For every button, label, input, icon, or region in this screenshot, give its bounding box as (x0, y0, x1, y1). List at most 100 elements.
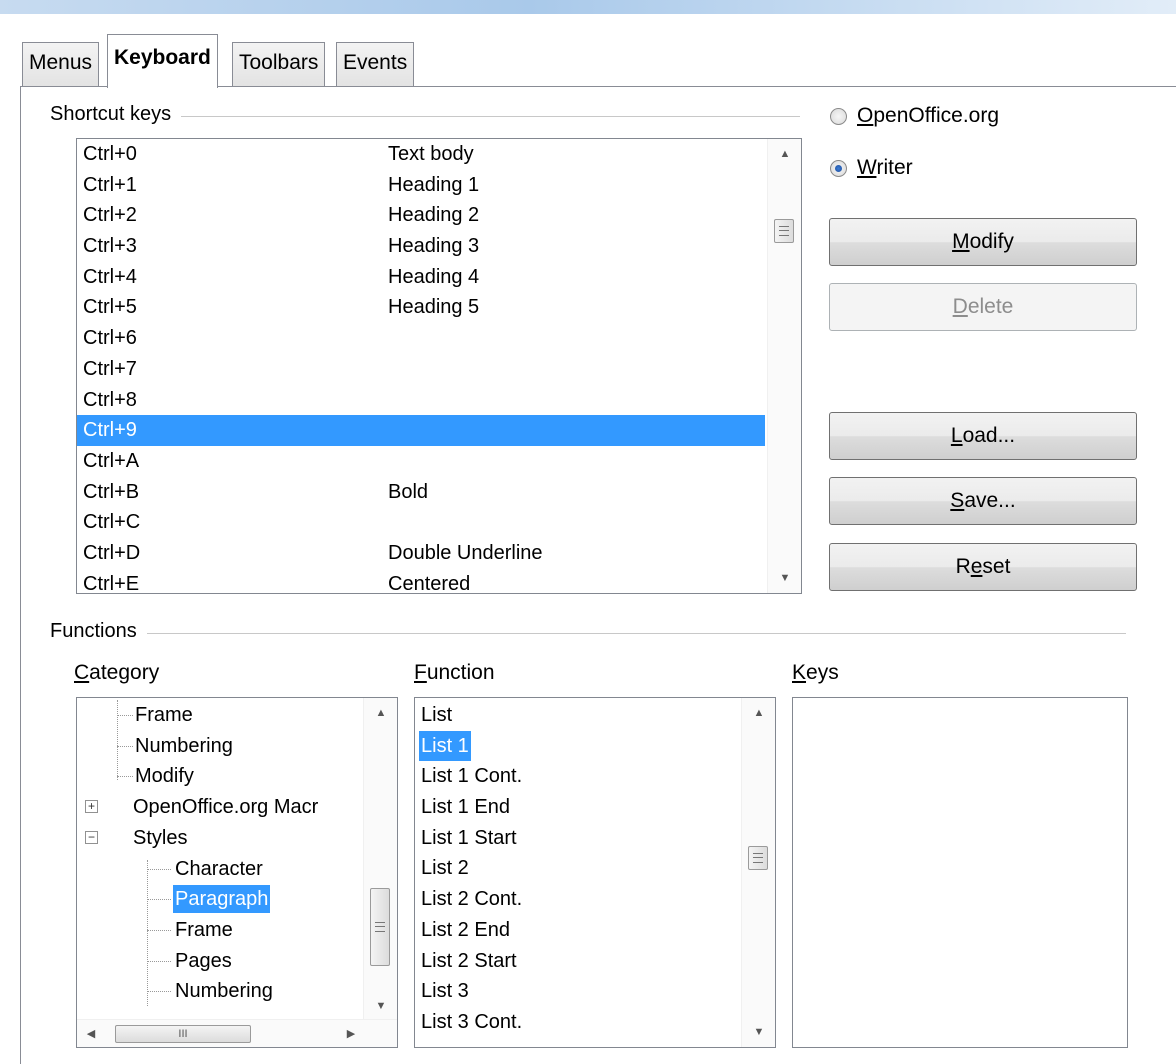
shortcut-row[interactable]: Ctrl+6 (77, 323, 765, 354)
function-item[interactable]: List 1 Cont. (415, 761, 741, 792)
scroll-thumb[interactable] (370, 888, 390, 966)
shortcut-command: Text body (388, 143, 474, 165)
function-item[interactable]: List 1 (415, 730, 741, 762)
function-item[interactable]: List 2 Cont. (415, 884, 741, 915)
function-item[interactable]: List (415, 700, 741, 731)
function-item-label: List 1 Start (421, 826, 517, 849)
scroll-up-arrow-icon[interactable]: ▲ (364, 698, 397, 728)
tree-connector (117, 715, 133, 716)
function-item[interactable]: List 1 End (415, 792, 741, 823)
delete-button[interactable]: Delete (829, 283, 1137, 331)
shortcut-row[interactable]: Ctrl+C (77, 507, 765, 538)
scroll-left-arrow-icon[interactable]: ◀ (77, 1020, 105, 1047)
function-label: Function (414, 661, 495, 684)
shortcut-row[interactable]: Ctrl+B Bold (77, 477, 765, 508)
category-tree-item[interactable]: Styles (131, 824, 189, 852)
save-button[interactable]: Save... (829, 477, 1137, 525)
function-item-label: List 2 (421, 857, 469, 880)
functions-label: Functions (50, 620, 147, 643)
function-item-label: List 1 (419, 730, 471, 761)
category-tree-item[interactable]: Frame (173, 916, 235, 944)
category-tree-item[interactable]: Numbering (133, 732, 235, 760)
shortcut-row[interactable]: Ctrl+8 (77, 385, 765, 416)
tree-connector (117, 745, 133, 747)
category-tree-vscroll[interactable]: ▲ ▼ (363, 698, 397, 1021)
scroll-right-arrow-icon[interactable]: ▶ (337, 1020, 365, 1047)
shortcut-row[interactable]: Ctrl+A (77, 446, 765, 477)
modify-button[interactable]: Modify (829, 218, 1137, 266)
keys-label: Keys (792, 661, 839, 684)
keys-list[interactable] (792, 697, 1128, 1048)
shortcut-row[interactable]: Ctrl+5 Heading 5 (77, 292, 765, 323)
category-tree-item[interactable]: Modify (133, 762, 196, 790)
shortcut-key: Ctrl+2 (83, 204, 137, 227)
shortcut-row[interactable]: Ctrl+9 (77, 415, 765, 446)
shortcut-key: Ctrl+D (83, 541, 141, 564)
expand-icon[interactable]: + (85, 800, 98, 814)
scroll-down-arrow-icon[interactable]: ▼ (742, 1017, 775, 1047)
function-item[interactable]: List 3 (415, 976, 741, 1007)
shortcut-command: Heading 4 (388, 265, 480, 288)
shortcut-row[interactable]: Ctrl+0 Text body (77, 139, 765, 170)
category-tree-item[interactable]: Frame (133, 701, 195, 729)
shortcut-command: Heading 5 (388, 296, 480, 319)
shortcut-command: Double Underline (388, 541, 543, 564)
shortcut-key: Ctrl+0 (83, 143, 137, 165)
function-item[interactable]: List 2 Start (415, 946, 741, 977)
shortcut-row[interactable]: Ctrl+D Double Underline (77, 538, 765, 569)
radio-openoffice-indicator[interactable] (830, 107, 847, 125)
shortcut-key: Ctrl+9 (83, 419, 137, 442)
radio-writer-indicator[interactable] (830, 159, 847, 177)
shortcut-keys-list[interactable]: Ctrl+0 Text body Ctrl+1 Heading 1 Ctrl+2 Head… (76, 138, 802, 594)
shortcut-key: Ctrl+5 (83, 296, 137, 319)
shortcut-key: Ctrl+3 (83, 235, 137, 258)
category-tree[interactable]: Frame Numbering Modify + OpenOffice.org Macr… (76, 697, 398, 1048)
category-tree-item[interactable]: Character (173, 855, 265, 883)
tab-toolbars[interactable]: Toolbars (232, 42, 326, 86)
scroll-up-arrow-icon[interactable]: ▲ (742, 698, 775, 728)
scroll-up-arrow-icon[interactable]: ▲ (768, 139, 801, 169)
tab-events[interactable]: Events (336, 42, 415, 86)
scroll-thumb[interactable] (748, 846, 768, 870)
shortcut-row[interactable]: Ctrl+7 (77, 354, 765, 385)
category-tree-item[interactable]: Numbering (173, 977, 275, 1005)
functions-group-divider (52, 633, 1126, 634)
shortcut-key: Ctrl+E (83, 572, 140, 594)
reset-button[interactable]: Reset (829, 543, 1137, 591)
shortcut-key: Ctrl+6 (83, 327, 137, 350)
category-label: Category (74, 661, 160, 684)
shortcut-row[interactable]: Ctrl+1 Heading 1 (77, 170, 765, 201)
shortcut-row[interactable]: Ctrl+3 Heading 3 (77, 231, 765, 262)
shortcut-row[interactable]: Ctrl+2 Heading 2 (77, 200, 765, 231)
scroll-thumb[interactable] (774, 219, 794, 243)
function-item[interactable]: List 2 (415, 853, 741, 884)
tab-keyboard[interactable]: Keyboard (107, 34, 218, 88)
function-item[interactable]: List 1 Start (415, 823, 741, 854)
load-button[interactable]: Load... (829, 412, 1137, 460)
function-item[interactable]: List 3 Cont. (415, 1007, 741, 1038)
shortcut-key: Ctrl+4 (83, 265, 137, 288)
category-tree-item[interactable]: Pages (173, 947, 234, 975)
scroll-down-arrow-icon[interactable]: ▼ (768, 563, 801, 593)
tree-connector (147, 991, 171, 993)
scroll-down-arrow-icon[interactable]: ▼ (364, 991, 397, 1021)
tree-connector (117, 700, 118, 780)
tab-menus[interactable]: Menus (22, 42, 100, 86)
category-tree-item[interactable]: Paragraph (173, 885, 271, 914)
function-list[interactable]: List List 1 List 1 Cont. List 1 End List 1 S… (414, 697, 776, 1048)
radio-openoffice[interactable]: OpenOffice.org (830, 104, 999, 128)
function-list-scrollbar[interactable]: ▲ ▼ (741, 698, 775, 1047)
shortcut-list-scrollbar[interactable]: ▲ ▼ (767, 139, 801, 593)
window-title-strip (0, 0, 1176, 14)
category-tree-item[interactable]: OpenOffice.org Macr (131, 793, 320, 821)
radio-writer[interactable]: Writer (830, 156, 913, 180)
function-item[interactable]: List 2 End (415, 915, 741, 946)
collapse-icon[interactable]: − (85, 830, 98, 844)
hscroll-thumb[interactable]: III (115, 1025, 251, 1043)
category-tree-hscroll[interactable]: ◀ III ▶ (77, 1019, 397, 1047)
shortcut-row[interactable]: Ctrl+E Centered (77, 569, 765, 594)
shortcut-key: Ctrl+C (83, 511, 141, 534)
shortcut-row[interactable]: Ctrl+4 Heading 4 (77, 262, 765, 293)
function-item-label: List 2 Cont. (421, 888, 523, 911)
tree-connector (147, 899, 171, 901)
